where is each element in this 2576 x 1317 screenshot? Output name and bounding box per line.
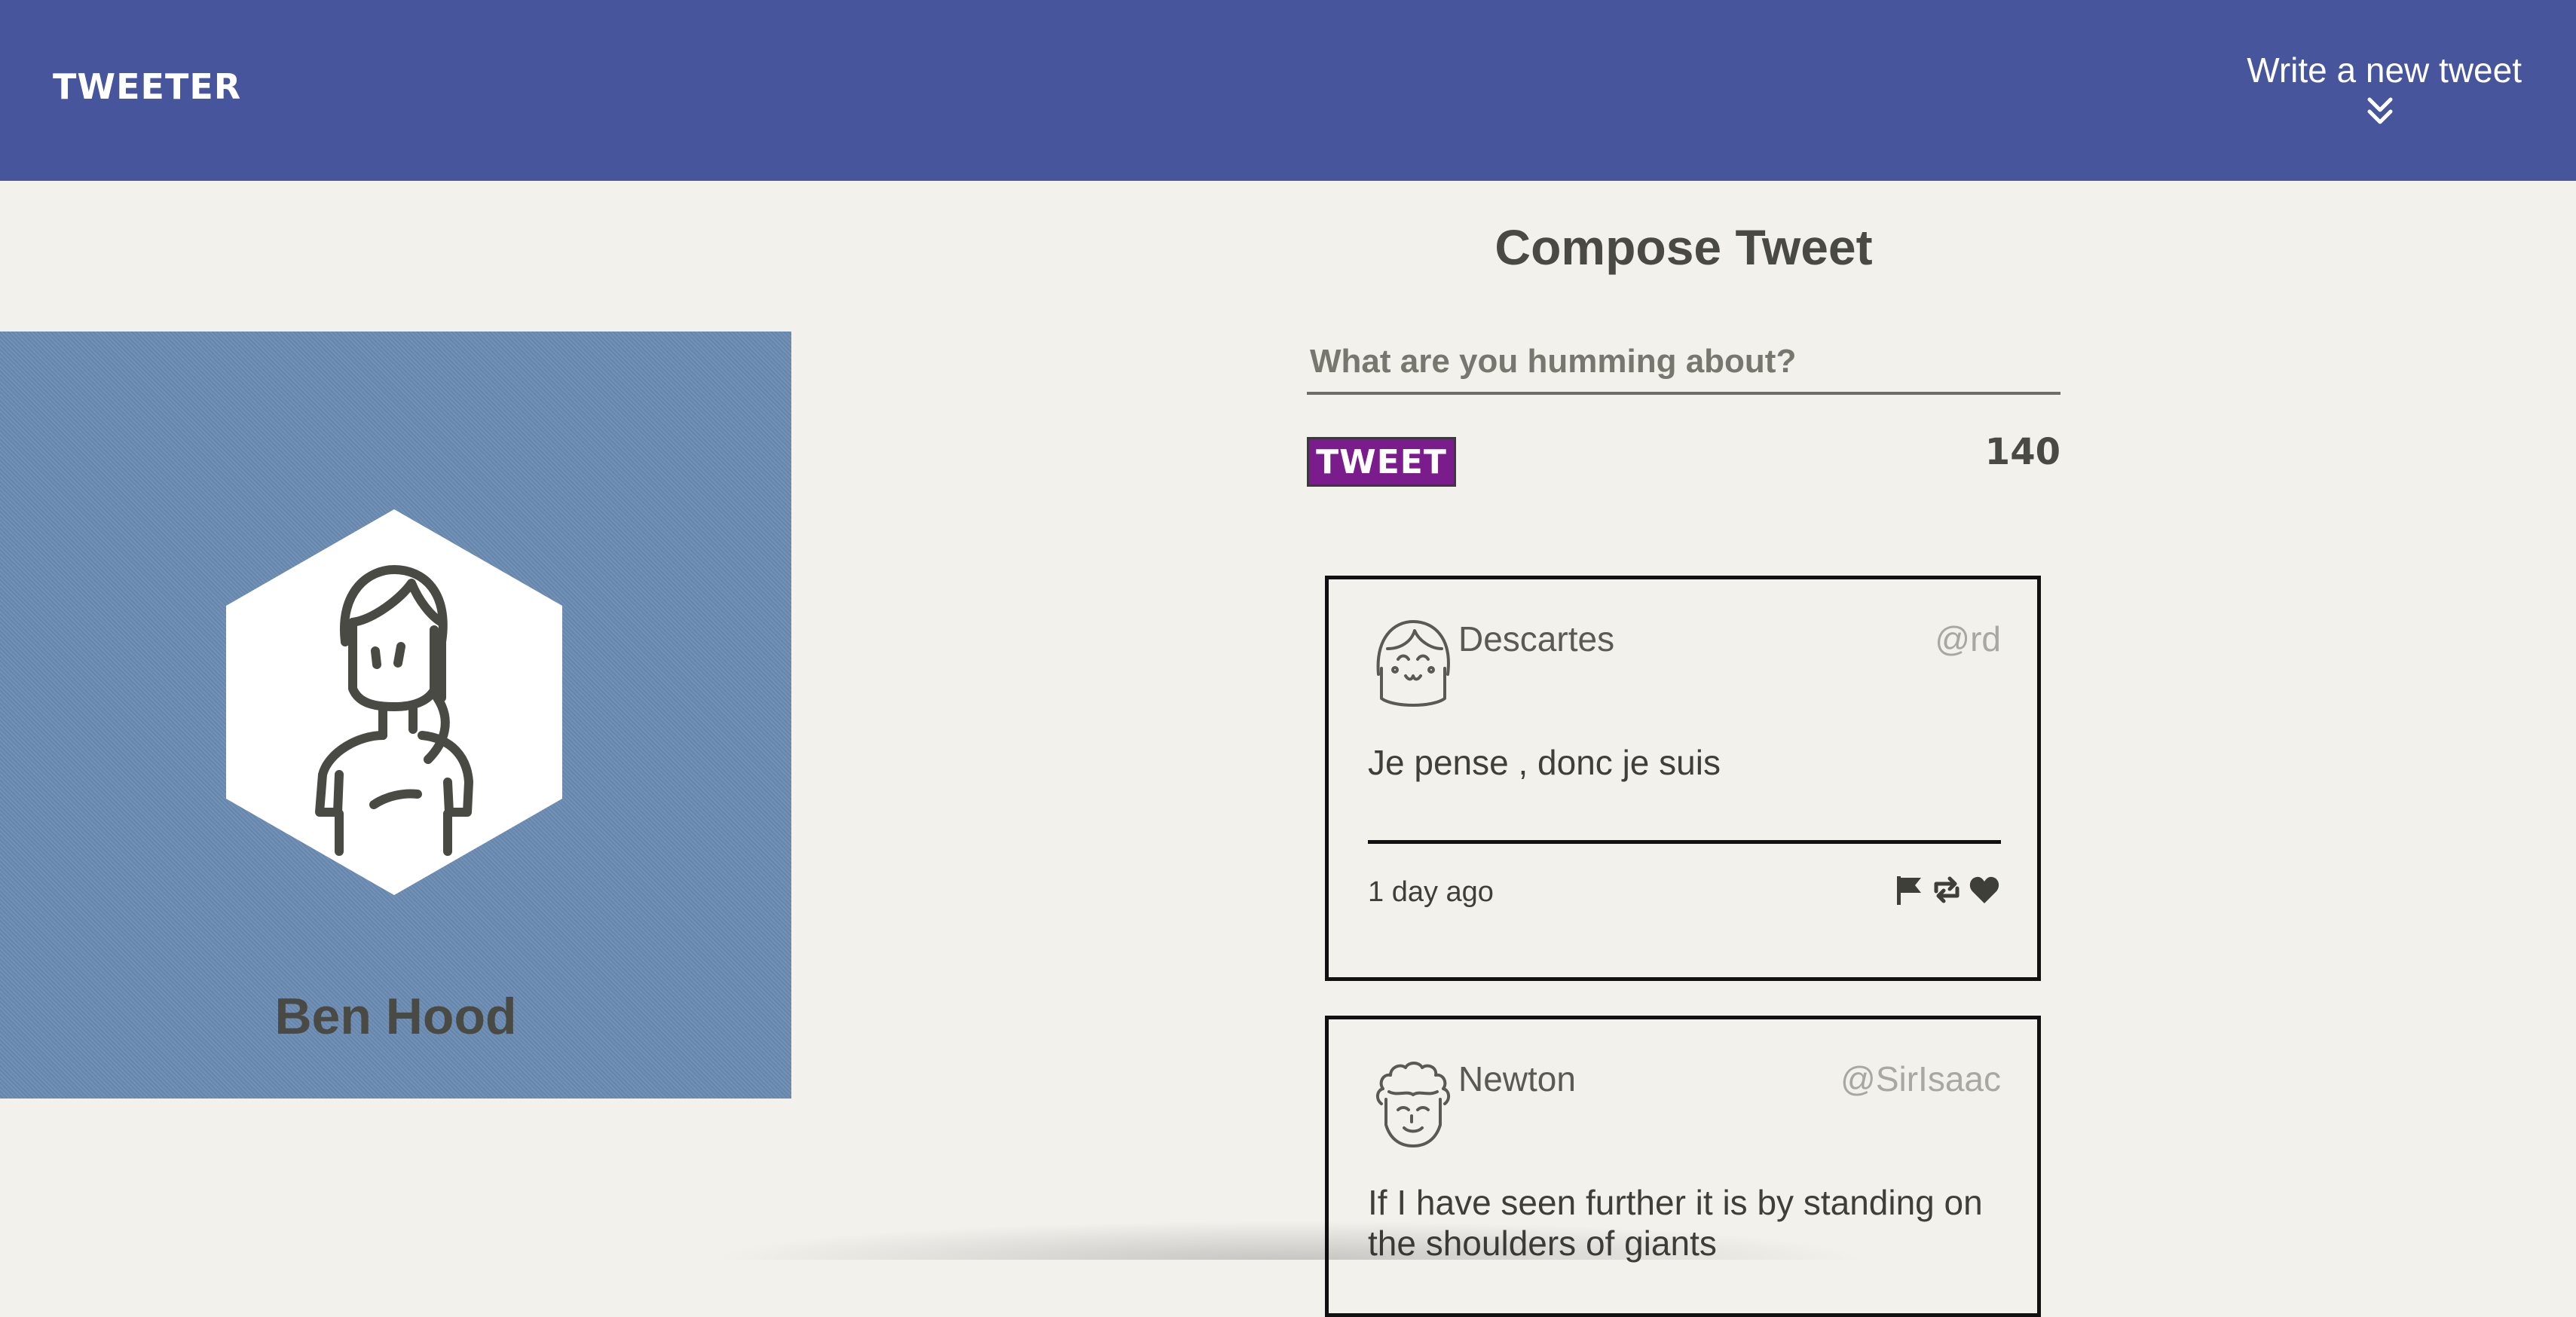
tweet-timestamp: 1 day ago xyxy=(1368,876,1494,908)
compose-title: Compose Tweet xyxy=(1495,219,1873,275)
tweet-card: Descartes @rd Je pense , donc je suis 1 … xyxy=(1325,576,2041,981)
app-logo[interactable]: TWEETER xyxy=(53,66,241,107)
tweet-button[interactable]: TWEET xyxy=(1307,437,1456,487)
profile-name: Ben Hood xyxy=(274,988,517,1045)
tweet-content: Je pense , donc je suis xyxy=(1368,743,1721,782)
write-new-tweet-toggle[interactable]: Write a new tweet xyxy=(2205,50,2522,128)
tweet-author: Descartes xyxy=(1458,619,1615,658)
compose-section: Compose Tweet TWEET 140 xyxy=(1307,218,2060,487)
profile-card: Ben Hood xyxy=(0,332,791,1099)
girl-avatar-icon xyxy=(1376,620,1450,707)
tweet-author: Newton xyxy=(1458,1059,1576,1099)
flag-icon[interactable] xyxy=(1892,873,1926,906)
tweet-card: Newton @SirIsaac If I have seen further … xyxy=(1325,1016,2041,1317)
top-nav-bar: TWEETER Write a new tweet xyxy=(0,0,2576,181)
tweet-input[interactable] xyxy=(1307,332,2060,395)
tweet-handle: @SirIsaac xyxy=(1840,1059,2001,1099)
double-chevron-down-icon[interactable] xyxy=(2363,95,2397,128)
retweet-icon[interactable] xyxy=(1930,873,1963,906)
curly-hair-avatar-icon xyxy=(1376,1062,1450,1147)
character-counter: 140 xyxy=(1984,431,2060,473)
heart-icon[interactable] xyxy=(1968,873,2001,906)
tweet-divider xyxy=(1368,840,2001,844)
tweet-content: If I have seen further it is by standing… xyxy=(1368,1183,1983,1263)
profile-avatar xyxy=(226,509,562,895)
tweet-handle: @rd xyxy=(1935,619,2001,658)
tweet-actions xyxy=(1892,873,2001,906)
write-new-tweet-label[interactable]: Write a new tweet xyxy=(2205,50,2522,90)
